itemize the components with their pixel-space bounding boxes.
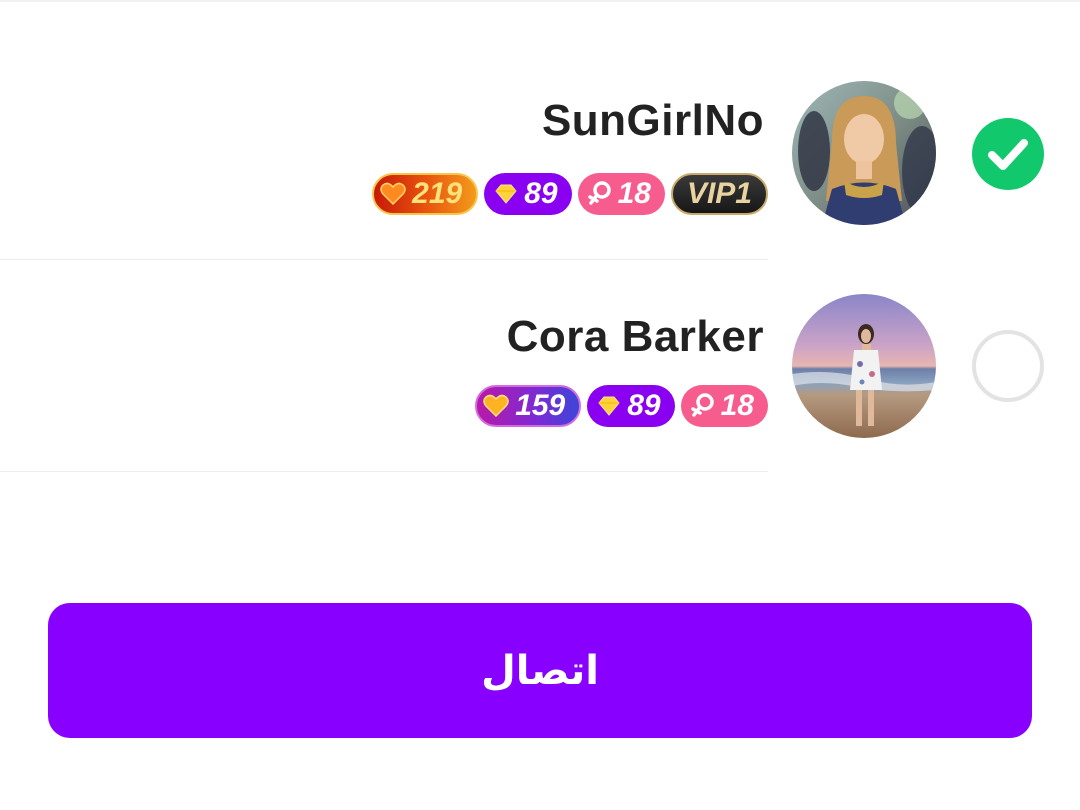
user-badges: 159 89 18 [475, 385, 768, 427]
connect-button[interactable]: اتصال [48, 603, 1032, 738]
heart-icon [483, 394, 509, 418]
diamond-badge: 89 [484, 173, 572, 215]
age-gender-badge: 18 [680, 385, 768, 427]
diamond-value: 89 [524, 177, 558, 210]
diamond-icon [597, 396, 621, 416]
avatar [792, 294, 936, 438]
female-icon [690, 393, 715, 419]
female-icon [587, 181, 612, 207]
age-value: 18 [617, 177, 651, 210]
diamond-value: 89 [627, 389, 661, 422]
check-icon [988, 139, 1028, 170]
heat-badge: 159 [475, 385, 582, 427]
heat-badge: 219 [372, 173, 479, 215]
user-row-cora-barker[interactable]: Cora Barker 159 89 18 [0, 260, 1080, 472]
heart-icon [380, 182, 406, 206]
user-row-sungirlno[interactable]: SunGirlNo 219 89 18 VIP1 [0, 48, 1080, 260]
row-divider [0, 471, 768, 472]
heat-value: 159 [515, 389, 566, 422]
unselected-radio[interactable] [972, 330, 1044, 402]
diamond-icon [494, 184, 518, 204]
avatar [792, 81, 936, 225]
user-name: Cora Barker [506, 312, 764, 361]
vip-badge: VIP1 [670, 173, 768, 215]
diamond-badge: 89 [587, 385, 675, 427]
user-name: SunGirlNo [541, 96, 764, 145]
selected-radio[interactable] [972, 118, 1044, 190]
vip-label: VIP1 [686, 177, 752, 210]
top-divider [0, 0, 1080, 2]
age-value: 18 [720, 389, 754, 422]
user-badges: 219 89 18 VIP1 [372, 173, 768, 215]
heat-value: 219 [412, 177, 463, 210]
age-gender-badge: 18 [577, 173, 665, 215]
